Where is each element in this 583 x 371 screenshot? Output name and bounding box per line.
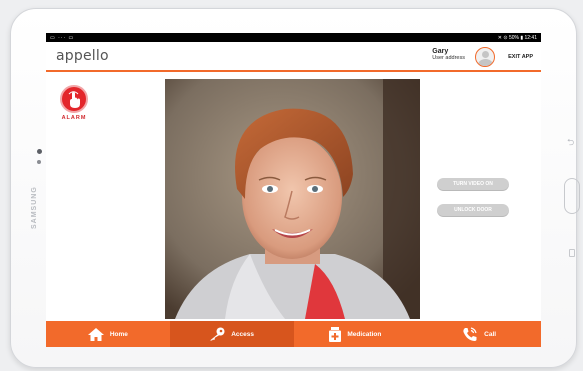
alarm-button[interactable]: ALARM xyxy=(58,85,90,121)
status-left-icons: ▭ ··· ▭ xyxy=(50,34,75,41)
front-camera xyxy=(37,149,42,154)
device-brand: SAMSUNG xyxy=(31,186,38,229)
video-feed xyxy=(165,79,420,319)
app-screen: ▭ ··· ▭ ✕ ⊙ 50% ▮ 12:41 appello Gary Use… xyxy=(46,33,541,347)
bottom-nav: Home Access Medication Call xyxy=(46,321,541,347)
alarm-circle xyxy=(60,85,88,113)
hand-pointer-icon xyxy=(68,91,80,108)
avatar[interactable] xyxy=(475,47,495,67)
medication-icon xyxy=(329,326,342,342)
nav-item-access[interactable]: Access xyxy=(169,321,294,347)
light-sensor xyxy=(37,160,41,164)
user-info: Gary User address xyxy=(432,48,465,61)
avatar-body-icon xyxy=(478,59,493,66)
hardware-recent-apps-icon[interactable] xyxy=(569,249,575,257)
alarm-label: ALARM xyxy=(61,115,87,121)
user-address: User address xyxy=(432,55,465,61)
hardware-home-button[interactable] xyxy=(564,178,580,214)
nav-label-call: Call xyxy=(484,330,497,338)
key-icon xyxy=(210,327,225,341)
nav-item-home[interactable]: Home xyxy=(46,321,170,347)
avatar-head-icon xyxy=(482,51,489,58)
nav-label-access: Access xyxy=(231,330,255,338)
exit-app-button[interactable]: EXIT APP xyxy=(508,54,533,60)
status-bar: ▭ ··· ▭ ✕ ⊙ 50% ▮ 12:41 xyxy=(46,33,541,42)
unlock-door-button[interactable]: UNLOCK DOOR xyxy=(437,204,509,217)
user-name: Gary xyxy=(432,48,449,55)
phone-icon xyxy=(463,326,477,341)
app-header: appello Gary User address EXIT APP xyxy=(46,42,541,72)
appello-logo: appello xyxy=(56,48,109,64)
nav-item-medication[interactable]: Medication xyxy=(294,321,418,347)
nav-label-medication: Medication xyxy=(347,330,382,338)
turn-video-on-button[interactable]: TURN VIDEO ON xyxy=(437,178,509,191)
status-right-info: ✕ ⊙ 50% ▮ 12:41 xyxy=(497,34,537,41)
video-visitor-image xyxy=(165,79,420,319)
home-icon xyxy=(87,327,104,341)
nav-item-call[interactable]: Call xyxy=(417,321,541,347)
nav-label-home: Home xyxy=(109,330,128,338)
hardware-back-icon[interactable]: ⮌ xyxy=(567,135,574,151)
